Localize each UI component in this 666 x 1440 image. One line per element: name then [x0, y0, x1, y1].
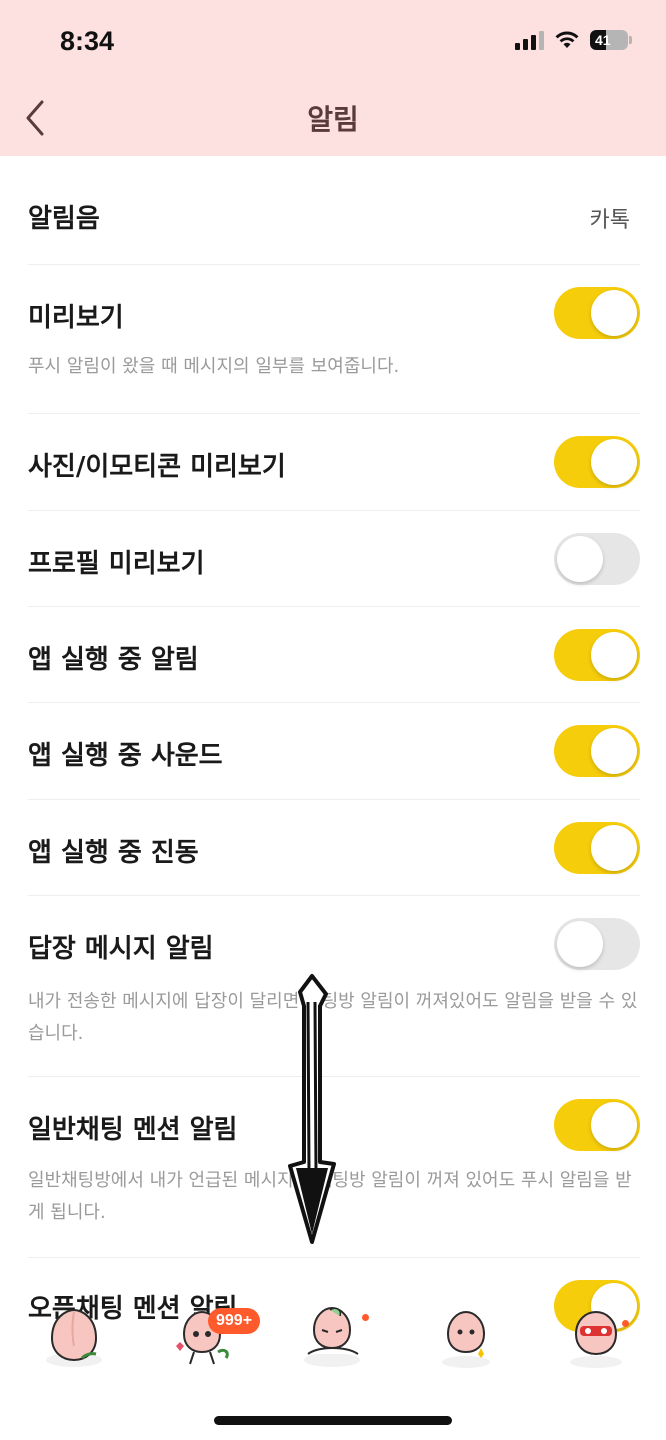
setting-label: 프로필 미리보기 — [28, 549, 205, 579]
cellular-signal-icon — [515, 30, 544, 50]
setting-row-app-notification: 앱 실행 중 알림 — [28, 607, 640, 703]
wifi-icon — [555, 31, 579, 48]
home-indicator — [214, 1416, 452, 1425]
new-dot — [362, 1314, 369, 1321]
setting-row-profile-preview: 프로필 미리보기 — [28, 511, 640, 607]
openchat-tab-icon[interactable] — [300, 1302, 364, 1368]
setting-row-preview: 미리보기 푸시 알림이 왔을 때 메시지의 일부를 보여줍니다. — [28, 265, 640, 414]
notification-sound-value: 카톡 — [589, 208, 630, 233]
setting-label: 미리보기 — [28, 303, 124, 333]
status-time: 8:34 — [60, 26, 115, 56]
app-notification-toggle[interactable] — [554, 629, 640, 681]
preview-toggle[interactable] — [554, 287, 640, 339]
battery-icon: 41 — [590, 30, 628, 50]
unread-badge: 999+ — [208, 1308, 261, 1334]
more-tab-icon[interactable] — [566, 1302, 630, 1368]
profile-preview-toggle[interactable] — [554, 533, 640, 585]
friends-tab-icon[interactable] — [42, 1302, 106, 1368]
setting-description: 푸시 알림이 왔을 때 메시지의 일부를 보여줍니다. — [28, 356, 400, 377]
setting-row-app-sound: 앱 실행 중 사운드 — [28, 703, 640, 800]
setting-row-notification-sound[interactable]: 알림음 카톡 — [28, 156, 640, 265]
down-arrow-icon — [288, 974, 336, 1244]
new-dot — [622, 1320, 629, 1327]
setting-label: 알림음 — [28, 204, 100, 234]
setting-row-photo-preview: 사진/이모티콘 미리보기 — [28, 414, 640, 511]
setting-label: 답장 메시지 알림 — [28, 934, 214, 964]
mention-notification-toggle[interactable] — [554, 1099, 640, 1151]
setting-row-app-vibration: 앱 실행 중 진동 — [28, 800, 640, 896]
status-icons: 41 — [515, 30, 632, 50]
setting-label: 앱 실행 중 알림 — [28, 645, 199, 675]
app-sound-toggle[interactable] — [554, 725, 640, 777]
battery-percent: 41 — [595, 32, 611, 48]
battery-indicator: 41 — [590, 30, 632, 50]
setting-label: 사진/이모티콘 미리보기 — [28, 452, 286, 482]
reply-notification-toggle[interactable] — [554, 918, 640, 970]
page-title: 알림 — [307, 103, 359, 136]
setting-label: 일반채팅 멘션 알림 — [28, 1115, 238, 1145]
setting-label: 앱 실행 중 사운드 — [28, 741, 223, 771]
setting-label: 앱 실행 중 진동 — [28, 838, 199, 868]
shopping-tab-icon[interactable] — [434, 1302, 498, 1368]
top-header: 8:34 41 알림 — [0, 0, 666, 156]
bottom-tab-bar: 999+ — [0, 1292, 666, 1382]
app-vibration-toggle[interactable] — [554, 822, 640, 874]
photo-preview-toggle[interactable] — [554, 436, 640, 488]
